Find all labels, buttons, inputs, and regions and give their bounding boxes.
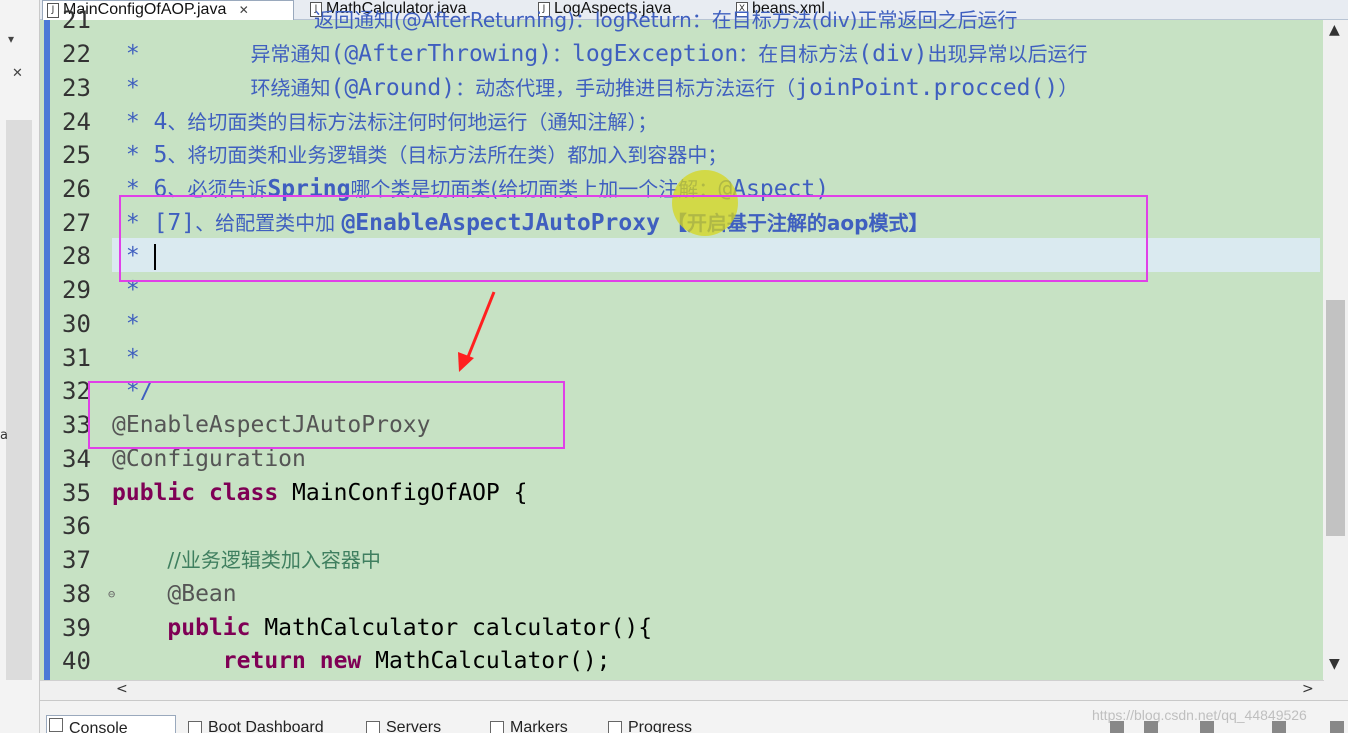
tab-progress[interactable]: Progress xyxy=(606,719,692,733)
tab-servers[interactable]: Servers xyxy=(364,719,441,733)
console-icon xyxy=(49,718,63,732)
annotation-arrow xyxy=(458,291,496,372)
arrow-shaft xyxy=(464,291,496,363)
tab-boot-dashboard[interactable]: Boot Dashboard xyxy=(186,719,324,733)
tab-label: Console xyxy=(69,720,128,733)
tab-markers[interactable]: Markers xyxy=(488,719,568,733)
toolbar-icon[interactable] xyxy=(1144,721,1158,733)
progress-icon xyxy=(608,721,622,733)
tab-console[interactable]: Console xyxy=(46,715,176,733)
scroll-left-icon[interactable]: < xyxy=(116,681,128,697)
toolbar-icon[interactable] xyxy=(1272,721,1286,733)
scroll-right-icon[interactable]: > xyxy=(1302,681,1314,697)
arrow-head xyxy=(458,352,474,372)
tab-label: Progress xyxy=(628,719,693,733)
boot-dashboard-icon xyxy=(188,721,202,733)
toolbar-icon[interactable] xyxy=(1200,721,1214,733)
markers-icon xyxy=(490,721,504,733)
horizontal-scrollbar[interactable]: < > xyxy=(40,680,1324,700)
bottom-view-tabs: Console Boot Dashboard Servers Markers P… xyxy=(40,700,1348,733)
servers-icon xyxy=(366,721,380,733)
tab-label: Boot Dashboard xyxy=(208,719,324,733)
toolbar-icon[interactable] xyxy=(1330,721,1344,733)
toolbar-icon[interactable] xyxy=(1110,721,1124,733)
tab-label: Markers xyxy=(510,719,568,733)
tab-label: Servers xyxy=(386,719,442,733)
